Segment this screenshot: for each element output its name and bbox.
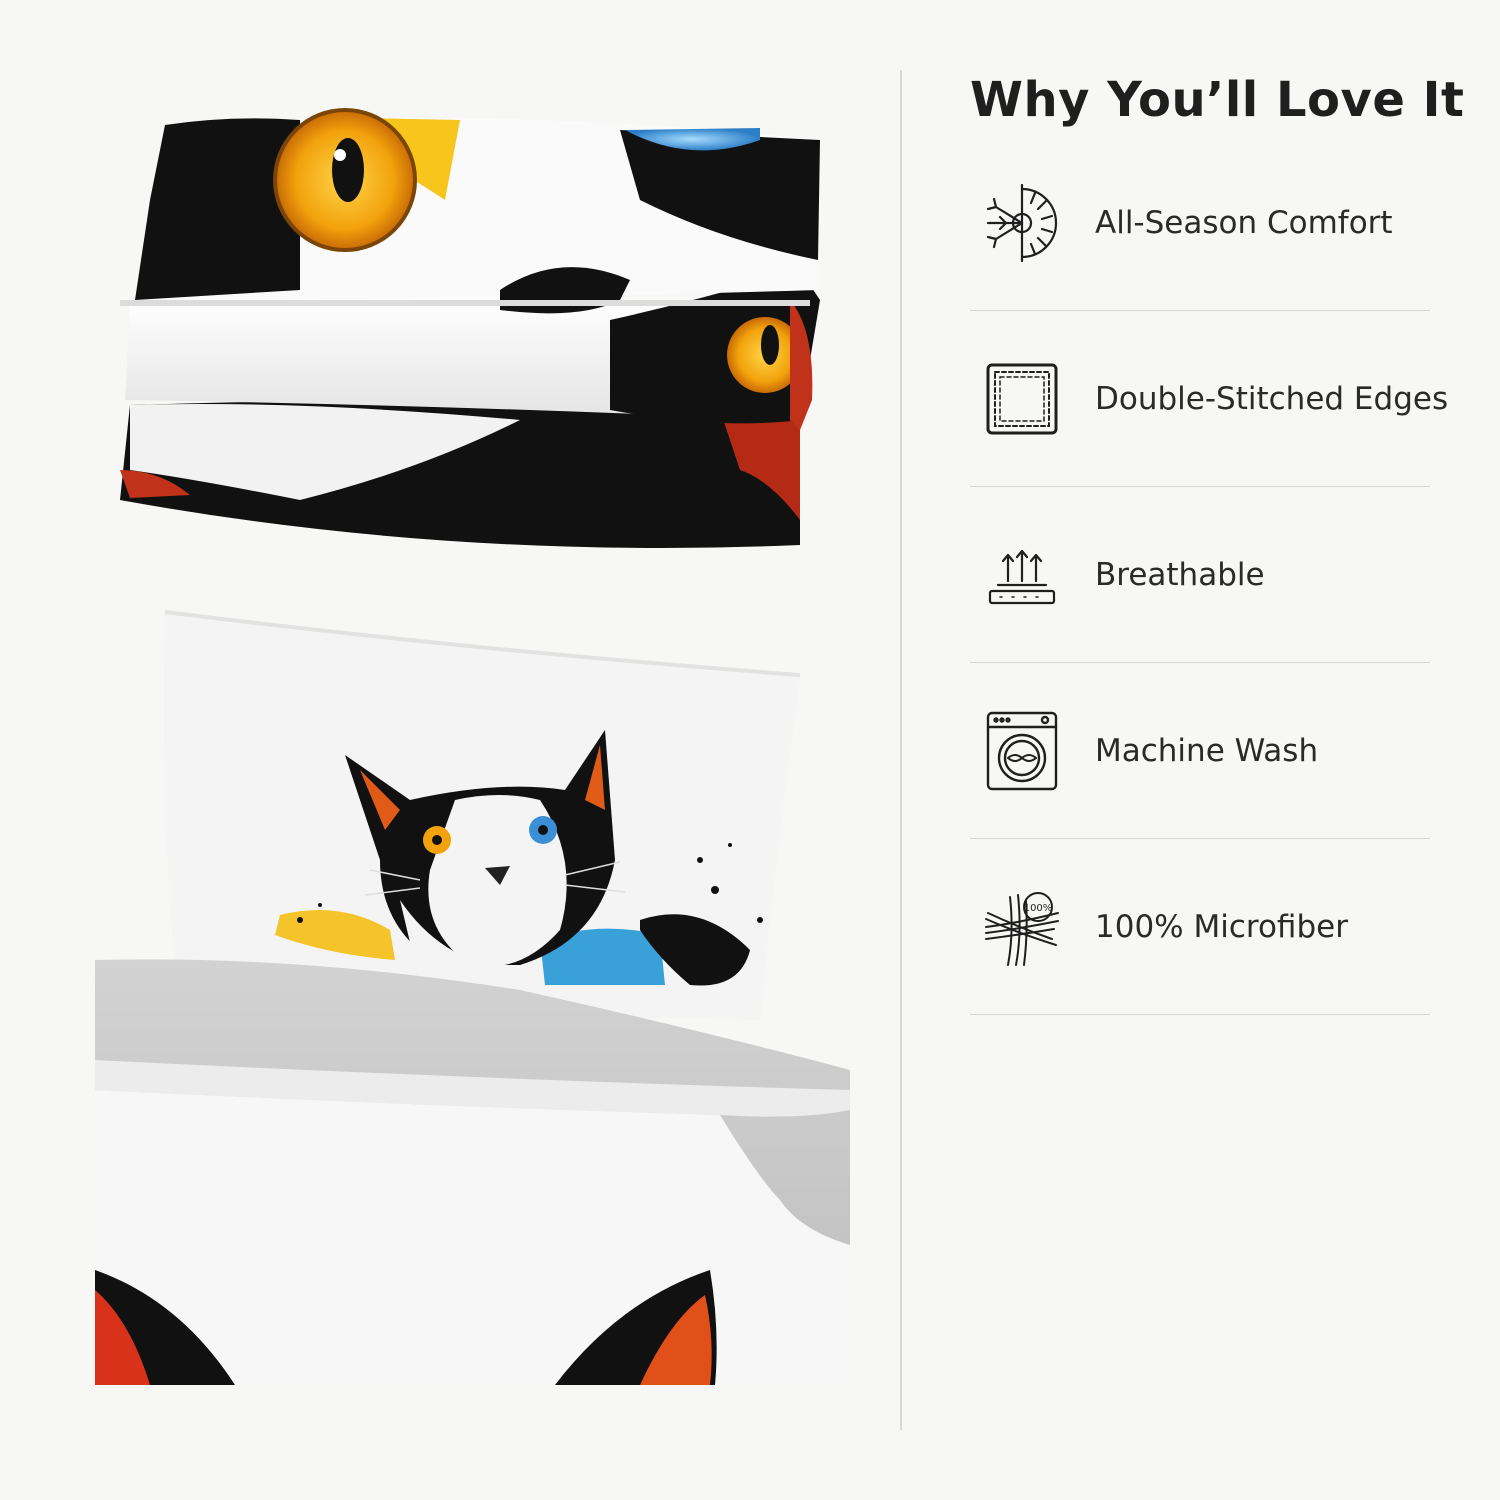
airflow-arrows-icon bbox=[978, 531, 1066, 619]
features-panel: Why You’ll Love It All-Season Comfort Do… bbox=[970, 60, 1470, 1015]
microfiber-badge-text: 100% bbox=[1024, 903, 1053, 914]
feature-label: All-Season Comfort bbox=[1095, 204, 1393, 241]
panel-title: Why You’ll Love It bbox=[970, 72, 1465, 128]
washing-machine-icon bbox=[978, 707, 1066, 795]
feature-label: 100% Microfiber bbox=[1095, 908, 1348, 945]
product-image bbox=[95, 108, 850, 1385]
microfiber-fibers-icon: 100% bbox=[978, 883, 1066, 971]
feature-item-double-stitched: Double-Stitched Edges bbox=[970, 311, 1448, 487]
vertical-divider bbox=[900, 70, 902, 1430]
folded-duvet-image bbox=[120, 108, 820, 548]
bedding-image bbox=[95, 959, 850, 1385]
feature-label: Machine Wash bbox=[1095, 732, 1319, 769]
sun-snowflake-icon bbox=[978, 179, 1066, 267]
feature-item-machine-wash: Machine Wash bbox=[970, 663, 1430, 839]
feature-item-breathable: Breathable bbox=[970, 487, 1430, 663]
feature-item-all-season: All-Season Comfort bbox=[970, 135, 1430, 311]
pillow-image bbox=[164, 610, 801, 1020]
feature-label: Breathable bbox=[1095, 556, 1265, 593]
feature-item-microfiber: 100% 100% Microfiber bbox=[970, 839, 1430, 1015]
feature-label: Double-Stitched Edges bbox=[1095, 380, 1449, 417]
stitched-square-icon bbox=[978, 355, 1066, 443]
feature-list: All-Season Comfort Double-Stitched Edges bbox=[970, 135, 1448, 1015]
